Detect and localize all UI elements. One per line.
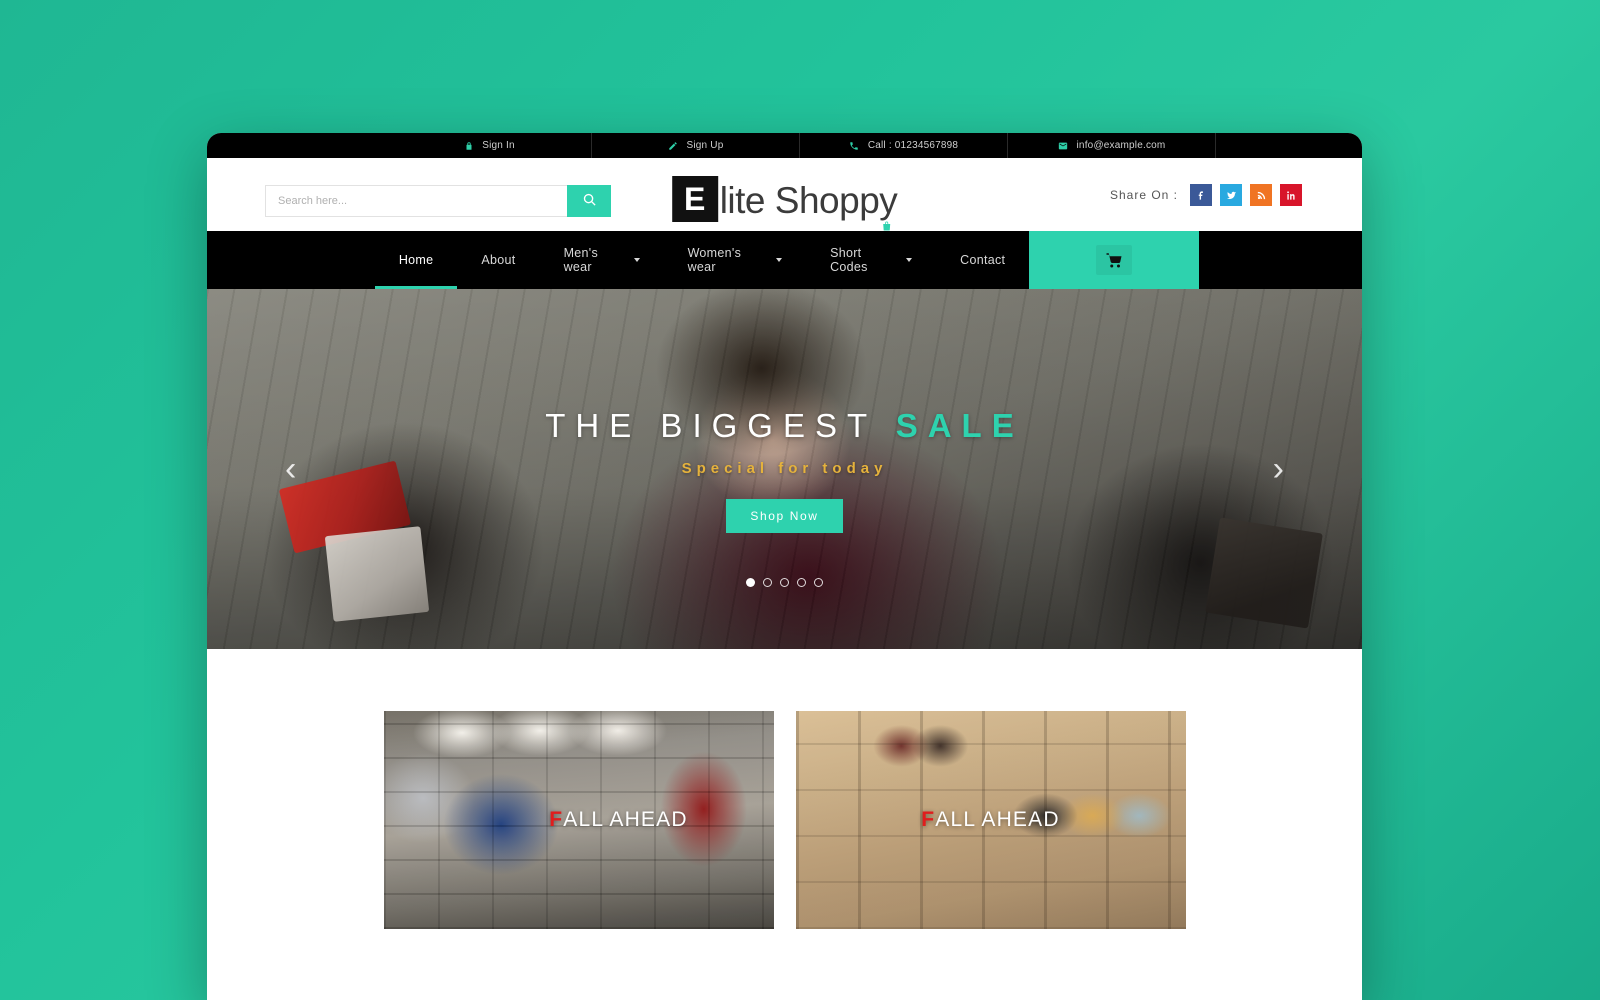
promo-label-rest: ALL AHEAD (563, 808, 688, 831)
search-icon (582, 192, 597, 210)
facebook-icon[interactable] (1190, 184, 1212, 206)
promo-label-handbags: FALL AHEAD (796, 808, 1186, 832)
nav-item-mens-wear[interactable]: Men's wear (540, 231, 664, 289)
rss-icon[interactable] (1250, 184, 1272, 206)
site-logo[interactable]: E lite Shoppy (671, 176, 898, 231)
slider-dot-1[interactable] (746, 578, 755, 587)
hero-slider: ‹ › THE BIGGEST SALE Special for today S… (207, 289, 1362, 649)
search-bar (265, 185, 611, 217)
nav-item-home[interactable]: Home (374, 231, 458, 289)
nav-item-short-codes[interactable]: Short Codes (806, 231, 936, 289)
share-group: Share On : (1110, 184, 1302, 206)
slider-dot-2[interactable] (763, 578, 772, 587)
topbar-item-email[interactable]: info@example.com (1008, 133, 1216, 158)
site-header: E lite Shoppy Share On : (207, 158, 1362, 231)
promo-card-handbags[interactable]: FALL AHEAD (795, 711, 1186, 929)
shop-now-button[interactable]: Shop Now (726, 499, 843, 533)
twitter-icon[interactable] (1220, 184, 1242, 206)
nav-item-womens-wear[interactable]: Women's wear (664, 231, 807, 289)
logo-text: lite Shoppy (719, 179, 898, 221)
promo-card-clothing[interactable]: FALL AHEAD (383, 711, 774, 929)
search-input[interactable] (265, 185, 567, 217)
logo-badge-letter: E (671, 176, 718, 222)
topbar-label-sign-in: Sign In (482, 140, 515, 151)
main-navigation: Home About Men's wear Women's wear Short… (207, 231, 1362, 289)
topbar-item-call[interactable]: Call : 01234567898 (800, 133, 1008, 158)
slider-prev-arrow[interactable]: ‹ (285, 452, 296, 486)
promo-label-initial: F (549, 808, 564, 831)
slider-dot-4[interactable] (797, 578, 806, 587)
share-label: Share On : (1109, 188, 1178, 202)
nav-label-womens-wear: Women's wear (687, 246, 742, 274)
promo-label-clothing: FALL AHEAD (384, 808, 774, 832)
topbar-label-sign-up: Sign Up (686, 140, 724, 151)
hero-title-accent: SALE (895, 407, 1024, 444)
nav-label-mens-wear: Men's wear (563, 246, 599, 274)
nav-label-about: About (481, 253, 516, 267)
edit-icon (668, 140, 679, 151)
promo-label-initial: F (921, 808, 936, 831)
chevron-down-icon (776, 258, 783, 262)
nav-label-home: Home (398, 253, 434, 267)
topbar-item-sign-in[interactable]: Sign In (387, 133, 592, 158)
slider-dots (746, 578, 823, 587)
topbar-spacer-left (207, 133, 387, 158)
hero-subtitle: Special for today (681, 460, 888, 477)
cart-button[interactable] (1029, 231, 1200, 289)
nav-item-contact[interactable]: Contact (936, 231, 1029, 289)
nav-label-short-codes: Short Codes (830, 246, 868, 274)
top-utility-bar: Sign In Sign Up Call : 01234567898 info@… (207, 133, 1362, 158)
lock-icon (463, 140, 474, 151)
nav-right-spacer (1199, 231, 1362, 289)
nav-item-about[interactable]: About (457, 231, 539, 289)
hero-title: THE BIGGEST SALE (545, 407, 1023, 445)
nav-items: Home About Men's wear Women's wear Short… (374, 231, 1029, 289)
topbar-item-sign-up[interactable]: Sign Up (592, 133, 800, 158)
promo-label-rest: ALL AHEAD (935, 808, 1060, 831)
nav-label-contact: Contact (960, 253, 1006, 267)
chevron-down-icon (633, 258, 640, 262)
hero-content: THE BIGGEST SALE Special for today Shop … (207, 289, 1362, 649)
slider-dot-3[interactable] (780, 578, 789, 587)
phone-icon (849, 140, 860, 151)
desktop-background: Sign In Sign Up Call : 01234567898 info@… (0, 0, 1600, 1000)
website-page: Sign In Sign Up Call : 01234567898 info@… (207, 133, 1362, 1000)
cart-icon (1096, 245, 1133, 275)
topbar-label-call: Call : 01234567898 (867, 140, 959, 151)
slider-dot-5[interactable] (814, 578, 823, 587)
search-button[interactable] (567, 185, 611, 217)
linkedin-icon[interactable] (1280, 184, 1302, 206)
slider-next-arrow[interactable]: › (1273, 452, 1284, 486)
envelope-icon (1058, 140, 1069, 151)
promo-section: FALL AHEAD FALL AHEAD (207, 649, 1362, 929)
chevron-down-icon (906, 258, 913, 262)
hero-title-main: THE BIGGEST (545, 407, 896, 444)
nav-left-spacer (207, 231, 375, 289)
topbar-label-email: info@example.com (1076, 140, 1166, 151)
